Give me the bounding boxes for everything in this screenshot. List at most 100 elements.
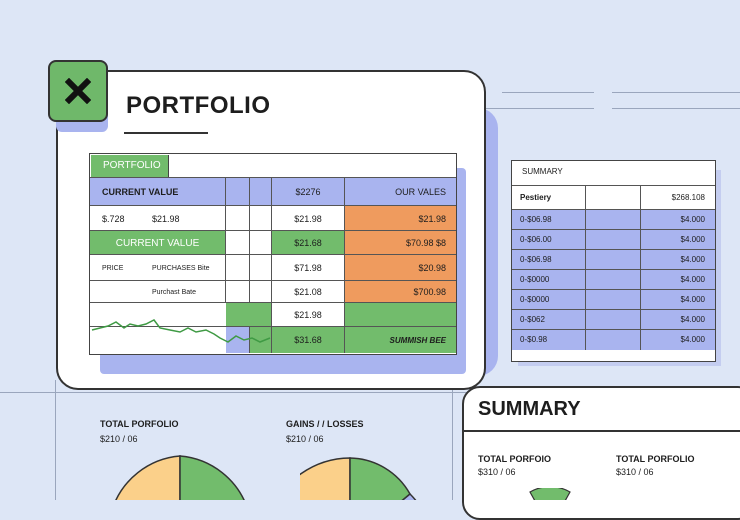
row-label: 0-$06.98 [520,215,552,224]
table-row: Purchast Bate $21.08 $700.98 [90,280,456,303]
row-value: $268.108 [671,193,705,202]
bg-line [55,380,56,500]
divider [585,210,586,230]
row-value: $4.000 [680,215,705,224]
pie-slice [300,457,351,500]
divider [585,330,586,350]
spreadsheet: CURRENT VALUE $2276 OUR VALES $.728 $21.… [89,153,457,355]
summary-left-value: $310 / 06 [478,467,516,477]
row-value: $4.000 [680,335,705,344]
bg-line [612,92,740,93]
table-row: Pestiery $268.108 [512,185,715,210]
row-label: 0-$06.98 [520,255,552,264]
divider [640,330,641,350]
excel-close-icon[interactable] [48,60,108,122]
bg-line [0,392,470,393]
cell[interactable]: $21.98 [272,206,345,231]
cell[interactable]: PURCHASES Bite [152,255,226,281]
cell[interactable]: $20.98 [345,255,456,281]
divider [640,250,641,270]
divider [640,210,641,230]
cell-header-label[interactable]: CURRENT VALUE [90,178,226,206]
cell[interactable]: $21.98 [272,303,345,327]
row-value: $4.000 [680,235,705,244]
table-row: 0-$062 $4.000 [512,309,715,330]
divider [585,290,586,310]
cell[interactable] [226,206,250,231]
table-row: CURRENT VALUE $21.68 $70.98 $8 [90,230,456,255]
divider [640,230,641,250]
cell-section-label[interactable]: CURRENT VALUE [90,231,226,255]
row-value: $4.000 [680,275,705,284]
table-row: 0-$0000 $4.000 [512,289,715,310]
divider [640,290,641,310]
row-value: $4.000 [680,315,705,324]
table-row: 0-$06.98 $4.000 [512,249,715,270]
cell[interactable]: $.728 [90,206,140,231]
cell[interactable]: $21.08 [272,281,345,303]
summary-pie-chart [529,488,571,500]
cell[interactable]: PRICE [90,255,140,281]
summary-right-label: TOTAL PORFOLIO [616,454,695,464]
cell[interactable] [250,206,272,231]
cell[interactable]: $71.98 [272,255,345,281]
cell-summary[interactable]: SUMMISH BEE [345,327,456,353]
cell[interactable]: $70.98 $8 [345,231,456,255]
table-row: 0-$06.98 $4.000 [512,209,715,230]
table-row: $.728 $21.98 $21.98 $21.98 [90,205,456,231]
cell[interactable] [226,231,250,255]
table-row: 0-$0.98 $4.000 [512,329,715,350]
cell[interactable] [250,255,272,281]
total-portfolio-value: $210 / 06 [100,434,138,444]
row-label: 0-$062 [520,315,545,324]
row-label: 0-$0000 [520,275,550,284]
row-label: 0-$0.98 [520,335,548,344]
table-row: 0-$06.00 $4.000 [512,229,715,250]
cell[interactable]: Purchast Bate [152,281,226,303]
pie-chart-gains [300,457,417,500]
bg-line [484,108,594,109]
page-title: PORTFOLIO [126,92,271,119]
tab-portfolio[interactable]: PORTFOLIO [91,155,169,177]
divider [585,310,586,330]
row-label: 0-$06.00 [520,235,552,244]
divider [640,186,641,210]
cell-header-value[interactable]: $2276 [272,178,345,206]
cell[interactable] [250,178,272,206]
divider [585,250,586,270]
table-row: CURRENT VALUE $2276 OUR VALES [90,177,456,206]
cell[interactable] [250,231,272,255]
pie-slice [529,488,571,500]
summary-right-value: $310 / 06 [616,467,654,477]
sparkline [91,319,271,343]
cell[interactable] [345,303,456,327]
title-underline [124,132,208,134]
gains-losses-label: GAINS / / LOSSES [286,419,364,429]
summary-card-divider [464,430,740,432]
gains-losses-value: $210 / 06 [286,434,324,444]
cell[interactable] [226,178,250,206]
cell[interactable]: $21.98 [152,206,226,231]
bg-line [502,92,594,93]
row-label: 0-$0000 [520,295,550,304]
divider [585,270,586,290]
divider [585,186,586,210]
cell-header-right[interactable]: OUR VALES [345,178,456,206]
cell[interactable]: $700.98 [345,281,456,303]
cell[interactable]: $31.68 [272,327,345,353]
cell[interactable] [250,281,272,303]
summary-table: SUMMARY Pestiery $268.108 0-$06.98 $4.000… [511,160,716,362]
pie-slice [179,455,245,500]
row-value: $4.000 [680,295,705,304]
cell[interactable]: $21.98 [345,206,456,231]
pie-slice [115,455,181,500]
total-portfolio-label: TOTAL PORFOLIO [100,419,179,429]
pie-chart-total [115,455,245,500]
cell[interactable] [226,255,250,281]
row-label: Pestiery [520,193,552,202]
summary-left-label: TOTAL PORFOIO [478,454,552,464]
divider [585,230,586,250]
table-row: 0-$0000 $4.000 [512,269,715,290]
cell[interactable] [226,281,250,303]
cell[interactable]: $21.68 [272,231,345,255]
